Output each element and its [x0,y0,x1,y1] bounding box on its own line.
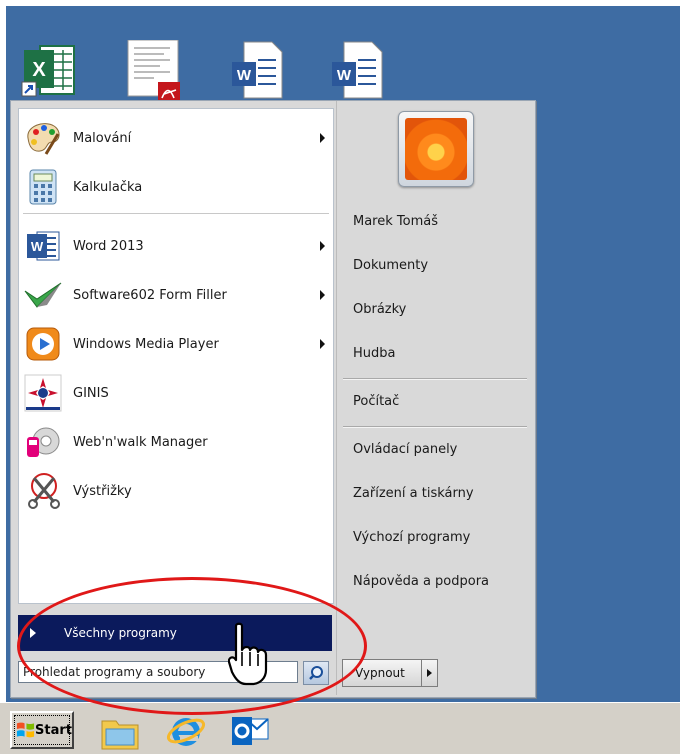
menu-item-snipping-tool[interactable]: Výstřižky [19,469,333,513]
pdf-document-icon[interactable] [124,40,184,102]
menu-item-label: Kalkulačka [73,179,143,195]
word-icon: W [21,224,65,268]
arrow-right-icon [30,628,36,638]
programs-pane: Malování Kalkulačka W Word 2013 Software… [18,108,334,604]
divider [343,378,527,379]
menu-item-label: Malování [73,130,132,146]
word-document-icon[interactable]: W [328,40,388,102]
form-filler-icon [21,273,65,317]
link-devices-printers[interactable]: Zařízení a tiskárny [353,486,474,501]
ginis-icon [21,371,65,415]
svg-text:W: W [337,67,352,84]
menu-item-label: Web'n'walk Manager [73,434,208,450]
start-menu: Malování Kalkulačka W Word 2013 Software… [10,100,536,698]
svg-text:W: W [237,67,252,84]
link-control-panel[interactable]: Ovládací panely [353,442,457,457]
search-button[interactable] [303,661,329,685]
link-music[interactable]: Hudba [353,346,396,361]
menu-item-label: Word 2013 [73,238,144,254]
menu-item-label: GINIS [73,385,109,401]
link-computer[interactable]: Počítač [353,394,399,409]
calculator-icon [21,165,65,209]
word-document-icon[interactable]: W [228,40,288,102]
flower-picture [405,118,467,180]
start-button[interactable]: Start [10,711,74,749]
search-icon [309,666,323,680]
link-pictures[interactable]: Obrázky [353,302,406,317]
link-user[interactable]: Marek Tomáš [353,214,438,229]
paint-icon [21,116,65,160]
menu-item-calculator[interactable]: Kalkulačka [19,165,333,209]
svg-text:W: W [31,239,44,254]
divider [23,213,329,214]
link-default-programs[interactable]: Výchozí programy [353,530,470,545]
link-documents[interactable]: Dokumenty [353,258,428,273]
svg-text:X: X [32,59,46,81]
menu-item-media-player[interactable]: Windows Media Player [19,322,333,366]
snipping-tool-icon [21,469,65,513]
all-programs-button[interactable]: Všechny programy [18,615,332,651]
menu-item-webnwalk[interactable]: Web'n'walk Manager [19,420,333,464]
menu-item-label: Windows Media Player [73,336,219,352]
start-label: Start [35,722,72,738]
submenu-arrow-icon [320,241,325,251]
link-help-support[interactable]: Nápověda a podpora [353,574,489,589]
all-programs-label: Všechny programy [64,626,177,640]
shutdown-button[interactable]: Vypnout [342,659,422,687]
menu-item-label: Výstřižky [73,483,132,499]
file-explorer-icon[interactable] [100,711,140,751]
media-player-icon [21,322,65,366]
divider [343,426,527,427]
windows-logo-icon [16,722,35,738]
shutdown-options-button[interactable] [422,659,438,687]
user-avatar[interactable] [398,111,474,187]
menu-item-ginis[interactable]: GINIS [19,371,333,415]
submenu-arrow-icon [320,133,325,143]
menu-item-paint[interactable]: Malování [19,116,333,160]
submenu-arrow-icon [320,339,325,349]
taskbar: Start [0,702,680,754]
internet-explorer-icon[interactable] [166,711,206,751]
arrow-right-icon [427,669,432,677]
webnwalk-icon [21,420,65,464]
outlook-icon[interactable] [230,711,270,751]
menu-item-word[interactable]: W Word 2013 [19,224,333,268]
excel-shortcut-icon[interactable]: X [20,40,80,102]
menu-item-form-filler[interactable]: Software602 Form Filler [19,273,333,317]
submenu-arrow-icon [320,290,325,300]
search-input[interactable] [18,661,298,683]
places-pane: Marek Tomáš Dokumenty Obrázky Hudba Počí… [337,101,533,695]
menu-item-label: Software602 Form Filler [73,287,227,303]
